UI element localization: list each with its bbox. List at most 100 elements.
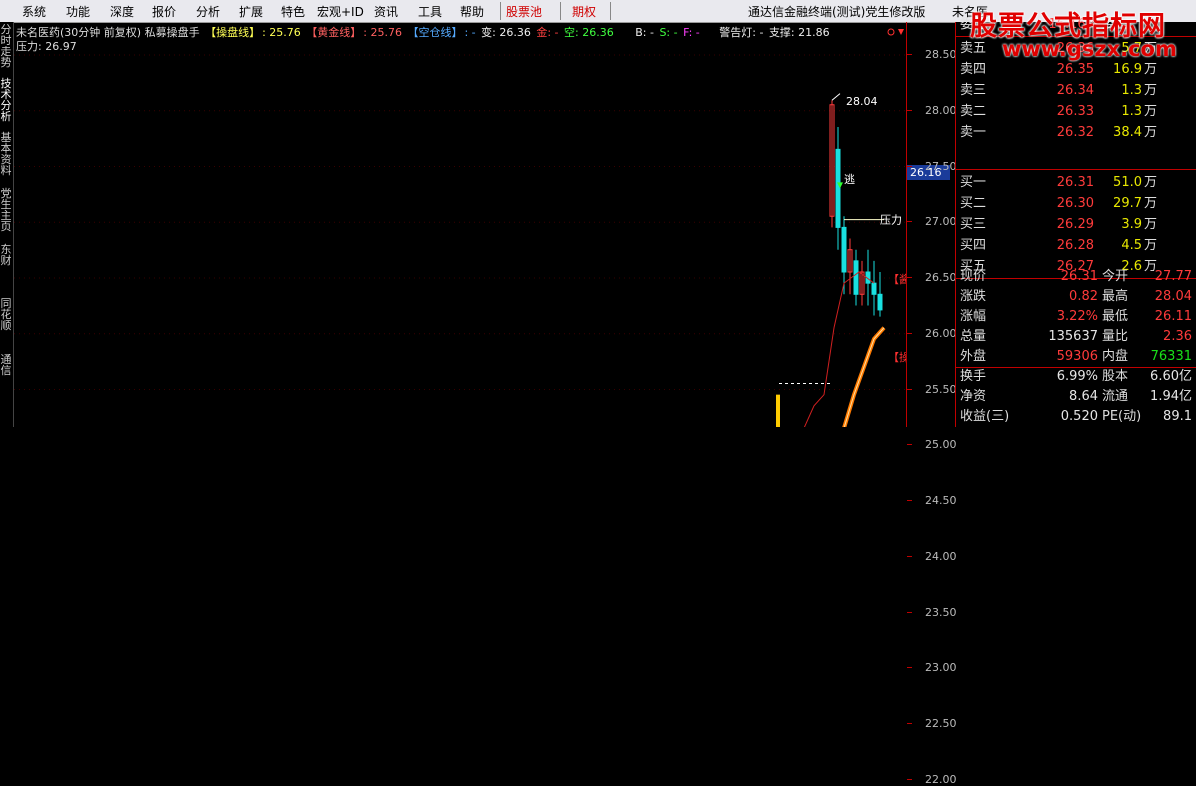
high-price-label: 28.04 — [846, 95, 878, 108]
menu-item[interactable]: 报价 — [152, 3, 176, 20]
fund-label: 收益(三) — [960, 409, 1010, 424]
ask-price: 26.32 — [1056, 125, 1094, 140]
bid-unit: 万 — [1144, 217, 1158, 232]
fund-value: 0.520 — [1060, 409, 1098, 424]
kongcang-label: 【空仓线】 — [407, 26, 463, 39]
ask-row[interactable]: 卖一 26.32 38.4 万 — [956, 122, 1196, 143]
b-value: B: - — [635, 26, 654, 39]
bid-price: 26.28 — [1056, 238, 1094, 253]
axis-tick-label: 25.50 — [925, 382, 957, 396]
bid-row[interactable]: 买四 26.28 4.5 万 — [956, 235, 1196, 256]
menu-separator — [610, 2, 611, 20]
stat-value: 28.04 — [1154, 289, 1192, 304]
caopan-line-core — [843, 327, 885, 427]
stat-value: 26.31 — [1060, 269, 1098, 284]
bid-volume: 29.7 — [1113, 196, 1142, 211]
menu-item[interactable]: 深度 — [110, 3, 134, 20]
left-tab[interactable]: 东财 — [0, 244, 12, 266]
axis-tick-mark — [907, 388, 912, 390]
bid-row[interactable]: 买一 26.31 51.0 万 — [956, 172, 1196, 193]
axis-tick-label: 24.00 — [925, 549, 957, 563]
menu-item[interactable]: 扩展 — [239, 3, 263, 20]
axis-tick-mark — [907, 165, 912, 167]
watermark-url: www.gszx.com — [1002, 37, 1177, 61]
menu-item[interactable]: 分析 — [196, 3, 220, 20]
stat-label: 最高 — [1102, 289, 1129, 304]
fund-row: 净资 8.64 流通 1.94亿 — [956, 386, 1196, 407]
menu-item[interactable]: 系统 — [22, 3, 46, 20]
stat-value: 26.11 — [1154, 309, 1192, 324]
axis-tick-mark — [907, 611, 912, 613]
axis-tick-mark — [907, 723, 912, 724]
menu-item[interactable]: 帮助 — [460, 3, 484, 20]
bid-volume: 3.9 — [1121, 217, 1142, 232]
jinggao-value: 警告灯: - — [719, 26, 764, 39]
indicator-header: 未名医药(30分钟 前复权) 私募操盘手 【操盘线】: 25.76 【黄金线】:… — [16, 24, 832, 39]
fund-label: 换手 — [960, 369, 987, 384]
fund-label: 股本 — [1102, 369, 1129, 384]
left-tab[interactable]: 分时走势 — [0, 24, 12, 68]
bid-unit: 万 — [1144, 196, 1158, 211]
left-tab[interactable]: 通信 — [0, 354, 12, 376]
menu-item-options[interactable]: 期权 — [572, 3, 596, 20]
candle — [835, 127, 841, 250]
watermark: 股票公式指标网 www.gszx.com — [962, 0, 1196, 70]
left-tab[interactable]: 技术分析 — [0, 78, 12, 122]
stat-row: 涨幅 3.22% 最低 26.11 — [956, 306, 1196, 327]
kline-chart[interactable]: 逃逃逃逃✖✖✖✖28.04压力支撑【酱【操 — [14, 22, 906, 427]
axis-tick-mark — [907, 444, 912, 446]
axis-tick-label: 23.50 — [925, 605, 957, 619]
huangjin-line — [803, 271, 875, 427]
left-tab[interactable]: 基本资料 — [0, 132, 12, 176]
stat-label: 最低 — [1102, 309, 1129, 324]
menu-item[interactable]: 工具 — [418, 3, 442, 20]
ask-row[interactable]: 卖三 26.34 1.3 万 — [956, 80, 1196, 101]
stat-label: 量比 — [1102, 329, 1129, 344]
escape-label: 逃 — [844, 173, 855, 186]
settings-circle-icon[interactable] — [887, 28, 895, 36]
axis-tick-label: 22.00 — [925, 772, 957, 786]
ask-volume: 38.4 — [1113, 125, 1142, 140]
ask-volume: 1.3 — [1121, 83, 1142, 98]
left-tab[interactable]: 党生主页 — [0, 188, 12, 232]
axis-tick-mark — [907, 54, 912, 55]
bid-unit: 万 — [1144, 175, 1158, 190]
menu-item[interactable]: 功能 — [66, 3, 90, 20]
bid-label: 买一 — [960, 175, 987, 190]
price-axis: 26.16 28.50 28.00 27.50 27.00 26.50 26.00 25.5… — [906, 22, 957, 786]
ask-row[interactable]: 卖二 26.33 1.3 万 — [956, 101, 1196, 122]
huangjin-value: : 25.76 — [363, 26, 402, 39]
kong-value: 空: 26.36 — [564, 26, 614, 39]
bid-price: 26.30 — [1056, 196, 1094, 211]
fund-label: PE(动) — [1102, 409, 1142, 424]
stat-label: 总量 — [960, 329, 987, 344]
axis-tick-label: 28.00 — [925, 103, 957, 117]
menu-item-stock-pool[interactable]: 股票池 — [506, 3, 542, 20]
stat-value: 76331 — [1150, 349, 1192, 364]
menu-item[interactable]: 特色 — [281, 3, 305, 20]
bian-value: 变: 26.36 — [481, 26, 531, 39]
bid-row[interactable]: 买二 26.30 29.7 万 — [956, 193, 1196, 214]
ask-unit: 万 — [1144, 125, 1158, 140]
stat-label: 涨幅 — [960, 309, 987, 324]
menu-item[interactable]: 资讯 — [374, 3, 398, 20]
axis-tick-mark — [907, 555, 912, 557]
pressure-readout: 压力: 26.97 — [16, 40, 77, 53]
left-tab[interactable]: 同花顺 — [0, 298, 12, 331]
menu-item[interactable]: 宏观+ID — [317, 3, 364, 20]
stat-value: 59306 — [1056, 349, 1098, 364]
stat-label: 内盘 — [1102, 349, 1129, 364]
jin-value: 金: - — [536, 26, 559, 39]
menu-separator — [500, 2, 501, 20]
stat-label: 今开 — [1102, 269, 1129, 284]
ask-label: 卖一 — [960, 125, 987, 140]
dropdown-arrow-icon[interactable] — [898, 29, 904, 35]
bid-row[interactable]: 买三 26.29 3.9 万 — [956, 214, 1196, 235]
ask-unit: 万 — [1144, 104, 1158, 119]
stat-label: 涨跌 — [960, 289, 987, 304]
zhicheng-value: 支撑: 21.86 — [768, 26, 830, 39]
huangjin-label: 【黄金线】 — [306, 26, 362, 39]
stat-value: 2.36 — [1163, 329, 1192, 344]
ask-unit: 万 — [1144, 83, 1158, 98]
divider — [956, 169, 1196, 170]
